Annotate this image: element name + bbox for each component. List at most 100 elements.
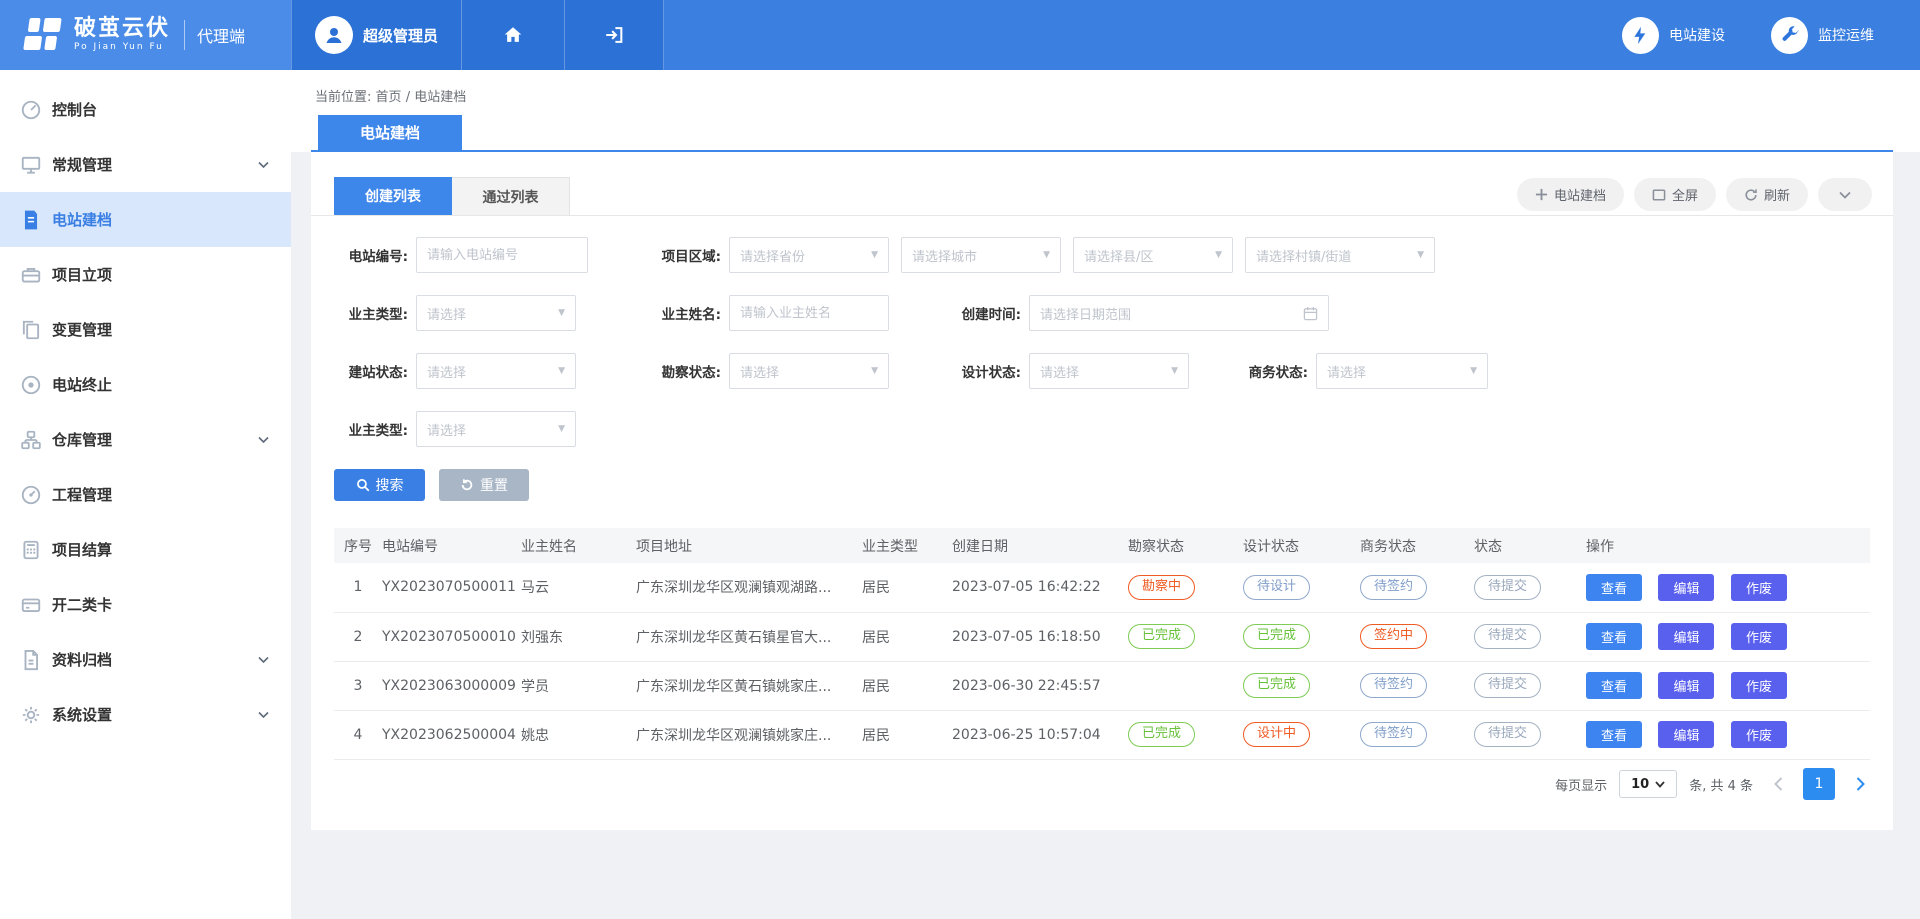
owner-name-input[interactable] <box>740 306 878 321</box>
sidebar-item-warehouse-management[interactable]: 仓库管理 <box>0 412 291 467</box>
breadcrumb-home-link[interactable]: 首页 <box>376 90 402 105</box>
province-select[interactable]: 请选择省份▼ <box>729 237 889 273</box>
filter-station-code: 电站编号: <box>333 237 588 273</box>
logout-button[interactable] <box>564 0 664 70</box>
search-button[interactable]: 搜索 <box>334 469 425 501</box>
sidebar-item-system-settings[interactable]: 系统设置 <box>0 687 291 742</box>
sidebar-item-project-settlement[interactable]: 项目结算 <box>0 522 291 577</box>
town-select[interactable]: 请选择村镇/街道▼ <box>1245 237 1435 273</box>
breadcrumb-prefix: 当前位置: <box>315 90 371 105</box>
void-button[interactable]: 作废 <box>1731 672 1787 699</box>
business-status-select[interactable]: 请选择▼ <box>1316 353 1488 389</box>
edit-button[interactable]: 编辑 <box>1658 574 1714 601</box>
tab-passed-list[interactable]: 通过列表 <box>452 177 570 215</box>
void-button[interactable]: 作废 <box>1731 574 1787 601</box>
logout-icon <box>603 24 625 46</box>
cell-owner-name: 刘强东 <box>521 612 636 661</box>
dashboard-icon <box>20 99 42 121</box>
reset-button[interactable]: 重置 <box>439 469 529 501</box>
total-count-label: 条, 共 4 条 <box>1689 775 1753 794</box>
owner-type-2-select[interactable]: 请选择▼ <box>416 411 576 447</box>
monitor-icon <box>20 154 42 176</box>
cell-owner-name: 姚忠 <box>521 710 636 759</box>
city-select[interactable]: 请选择城市▼ <box>901 237 1061 273</box>
page-tab-station-archive[interactable]: 电站建档 <box>318 115 462 150</box>
station-code-input[interactable] <box>427 248 577 263</box>
view-button[interactable]: 查看 <box>1586 574 1642 601</box>
wrench-icon <box>1771 17 1808 54</box>
void-button[interactable]: 作废 <box>1731 721 1787 748</box>
collapse-button[interactable] <box>1818 178 1872 211</box>
sidebar-item-change-management[interactable]: 变更管理 <box>0 302 291 357</box>
sidebar-item-label: 仓库管理 <box>52 429 112 450</box>
sidebar-item-engineering-management[interactable]: 工程管理 <box>0 467 291 522</box>
nav-monitor-ops[interactable]: 监控运维 <box>1771 17 1874 54</box>
filter-label: 业主类型: <box>333 303 408 323</box>
cell-create-date: 2023-06-25 10:57:04 <box>952 710 1128 759</box>
user-menu[interactable]: 超级管理员 <box>291 0 461 70</box>
page-size-select[interactable]: 10 <box>1619 770 1677 798</box>
brand-divider <box>184 20 185 50</box>
filter-owner-name: 业主姓名: <box>637 295 889 331</box>
owner-type-select[interactable]: 请选择▼ <box>416 295 576 331</box>
sidebar-item-second-class-card[interactable]: 开二类卡 <box>0 577 291 632</box>
county-select[interactable]: 请选择县/区▼ <box>1073 237 1233 273</box>
edit-button[interactable]: 编辑 <box>1658 721 1714 748</box>
build-status-select[interactable]: 请选择▼ <box>416 353 576 389</box>
survey-status-select[interactable]: 请选择▼ <box>729 353 889 389</box>
caret-down-icon: ▼ <box>558 366 565 376</box>
prev-page-button[interactable] <box>1765 768 1791 800</box>
sidebar-item-data-archive[interactable]: 资料归档 <box>0 632 291 687</box>
caret-down-icon: ▼ <box>1470 366 1477 376</box>
filter-label: 设计状态: <box>946 361 1021 381</box>
design-status-select[interactable]: 请选择▼ <box>1029 353 1189 389</box>
tab-create-list[interactable]: 创建列表 <box>334 177 452 215</box>
sidebar-item-general-management[interactable]: 常规管理 <box>0 137 291 192</box>
col-station-code: 电站编号 <box>382 528 521 563</box>
chevron-down-icon <box>1839 191 1851 199</box>
calculator-icon <box>20 539 42 561</box>
cell-owner-type: 居民 <box>862 710 952 759</box>
sidebar-item-label: 变更管理 <box>52 319 112 340</box>
sidebar: 控制台 常规管理 电站建档 项目立项 <box>0 70 291 919</box>
date-range-input[interactable]: 请选择日期范围 <box>1029 295 1329 331</box>
caret-down-icon: ▼ <box>871 250 878 260</box>
sidebar-item-project-initiation[interactable]: 项目立项 <box>0 247 291 302</box>
gear-icon <box>20 704 42 726</box>
view-button[interactable]: 查看 <box>1586 721 1642 748</box>
brand-subtitle: Po Jian Yun Fu <box>74 43 170 53</box>
page-header: 当前位置: 首页 / 电站建档 电站建档 <box>291 70 1920 152</box>
edit-button[interactable]: 编辑 <box>1658 672 1714 699</box>
card-icon <box>20 594 42 616</box>
view-button[interactable]: 查看 <box>1586 623 1642 650</box>
status-badge: 待签约 <box>1360 575 1427 600</box>
next-page-button[interactable] <box>1847 768 1873 800</box>
fullscreen-button[interactable]: 全屏 <box>1634 178 1716 211</box>
col-owner-name: 业主姓名 <box>521 528 636 563</box>
status-badge: 待签约 <box>1360 722 1427 747</box>
filter-label: 业主类型: <box>333 419 408 439</box>
cell-address: 广东深圳龙华区观澜镇观湖路... <box>636 563 862 612</box>
sidebar-item-console[interactable]: 控制台 <box>0 82 291 137</box>
table-header-row: 序号 电站编号 业主姓名 项目地址 业主类型 创建日期 勘察状态 设计状态 商务… <box>334 528 1870 563</box>
main-content: 当前位置: 首页 / 电站建档 电站建档 创建列表 通过列表 电站建档 <box>291 70 1920 919</box>
col-owner-type: 业主类型 <box>862 528 952 563</box>
user-icon <box>322 23 346 47</box>
filter-create-time: 创建时间: 请选择日期范围 <box>946 295 1329 331</box>
page-number-button[interactable]: 1 <box>1803 768 1835 800</box>
home-button[interactable] <box>461 0 564 70</box>
sidebar-item-station-termination[interactable]: 电站终止 <box>0 357 291 412</box>
view-button[interactable]: 查看 <box>1586 672 1642 699</box>
create-station-button[interactable]: 电站建档 <box>1517 178 1624 211</box>
station-table: 序号 电站编号 业主姓名 项目地址 业主类型 创建日期 勘察状态 设计状态 商务… <box>334 528 1870 760</box>
filter-survey-status: 勘察状态: 请选择▼ <box>637 353 889 389</box>
nav-station-build[interactable]: 电站建设 <box>1622 17 1725 54</box>
filter-label: 商务状态: <box>1233 361 1308 381</box>
gauge-icon <box>20 484 42 506</box>
portal-label: 代理端 <box>197 23 245 47</box>
sidebar-item-station-archive[interactable]: 电站建档 <box>0 192 291 247</box>
void-button[interactable]: 作废 <box>1731 623 1787 650</box>
edit-button[interactable]: 编辑 <box>1658 623 1714 650</box>
refresh-button[interactable]: 刷新 <box>1726 178 1808 211</box>
filter-owner-type-2: 业主类型: 请选择▼ <box>333 411 576 447</box>
